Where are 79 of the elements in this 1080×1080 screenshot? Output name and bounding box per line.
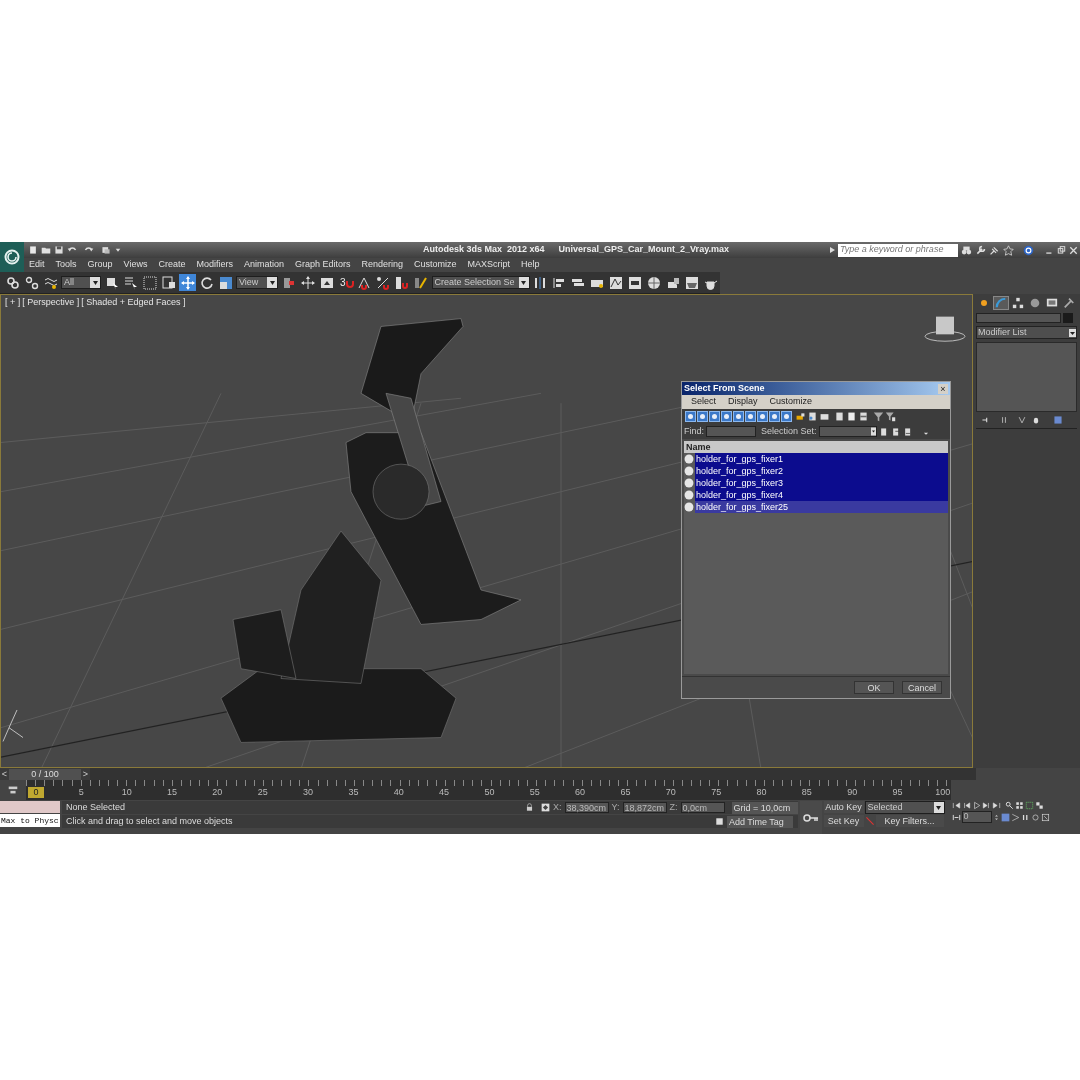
viewport-label[interactable]: [ Perspective ] [22, 296, 80, 310]
z-coordinate-field[interactable]: 0,0cm [680, 802, 725, 813]
y-coordinate-label: Y: [611, 800, 620, 814]
frame-tick-label: 15 [166, 787, 179, 798]
find-label: Find: [684, 424, 704, 438]
list-row[interactable]: holder_for_gps_fixer1 [695, 453, 948, 465]
frame-tick-label: 75 [710, 787, 723, 798]
list-row[interactable]: holder_for_gps_fixer3 [695, 477, 948, 489]
menu-item[interactable]: Animation [243, 258, 284, 272]
frame-tick-label: 30 [302, 787, 315, 798]
menu-item[interactable]: MAXScript [467, 258, 511, 272]
viewport-label[interactable]: [ + ] [5, 296, 21, 310]
menu-item[interactable]: Edit [29, 258, 45, 272]
frame-tick-label: 40 [392, 787, 405, 798]
menu-item[interactable]: Graph Editors [294, 258, 351, 272]
frame-tick-label: 20 [211, 787, 224, 798]
menu-item[interactable]: Views [123, 258, 148, 272]
frame-tick-label: 60 [574, 787, 587, 798]
frame-tick-label: 0 [28, 787, 44, 798]
dialog-menu-item[interactable]: Customize [769, 395, 813, 409]
prompt-text: Click and drag to select and move objects [65, 814, 234, 828]
next-frame-button[interactable]: > [81, 768, 90, 780]
named-selection-dropdown[interactable]: Create Selection Se [431, 276, 530, 289]
modifier-list-dropdown[interactable]: Modifier List [976, 326, 1077, 339]
dialog-title: Select From Scene [684, 381, 765, 395]
frame-tick-label: 50 [483, 787, 496, 798]
menu-item[interactable]: Modifiers [196, 258, 233, 272]
file-name: Universal_GPS_Car_Mount_2_Vray.max [558, 243, 729, 257]
menu-item[interactable]: Group [87, 258, 113, 272]
dialog-menu-item[interactable]: Display [728, 395, 758, 409]
dialog-button[interactable]: Cancel [902, 681, 942, 694]
time-slider-thumb[interactable]: 0 / 100 [9, 768, 81, 780]
add-time-tag-button[interactable]: Add Time Tag [727, 815, 793, 828]
key-mode-dropdown[interactable]: Selected [864, 801, 945, 814]
track-bar[interactable]: 0 5 10 15 20 25 30 35 40 45 50 55 60 65 70 75 80 85 90 95 100 [26, 780, 951, 800]
frame-tick-label: 95 [891, 787, 904, 798]
menu-item[interactable]: Help [521, 258, 540, 272]
reference-coordinate-dropdown[interactable]: View [236, 276, 278, 289]
key-filters-button[interactable]: Key Filters... [875, 815, 944, 827]
dialog-menu-item[interactable]: Select [691, 395, 716, 409]
frame-tick-label: 35 [347, 787, 360, 798]
dialog-button[interactable]: OK [854, 681, 894, 694]
menu-item[interactable]: Rendering [361, 258, 404, 272]
auto-key-button[interactable]: Auto Key [823, 801, 864, 813]
list-row[interactable]: holder_for_gps_fixer4 [695, 489, 948, 501]
frame-tick-label: 25 [256, 787, 269, 798]
frame-tick-label: 85 [800, 787, 813, 798]
selection-filter-dropdown[interactable]: All [61, 276, 101, 289]
frame-tick-label: 100 [934, 787, 951, 798]
frame-tick-label: 5 [77, 787, 85, 798]
x-coordinate-label: X: [553, 800, 562, 814]
snap-dimension-label: 3 [340, 276, 346, 290]
maxscript-mini-listener[interactable]: Max to Physc. [0, 814, 60, 827]
list-row[interactable]: holder_for_gps_fixer2 [695, 465, 948, 477]
selection-status: None Selected [65, 800, 127, 814]
frame-tick-label: 55 [528, 787, 541, 798]
viewport-label[interactable]: [ Shaded + Edged Faces ] [81, 296, 186, 310]
search-field[interactable]: Type a keyword or phrase [838, 243, 958, 257]
current-frame-field[interactable]: 0 [961, 811, 992, 823]
frame-tick-label: 65 [619, 787, 632, 798]
frame-tick-label: 90 [846, 787, 859, 798]
close-button[interactable]: × [938, 383, 948, 394]
frame-tick-label: 70 [664, 787, 677, 798]
grid-size: Grid = 10,0cm [731, 801, 798, 814]
y-coordinate-field[interactable]: 18,872cm [622, 802, 667, 813]
app-title: Autodesk 3ds Max 2012 x64 [423, 243, 545, 257]
frame-tick-label: 10 [120, 787, 133, 798]
frame-tick-label: 45 [438, 787, 451, 798]
set-key-button[interactable]: Set Key [823, 815, 864, 827]
selection-set-label: Selection Set: [761, 424, 817, 438]
previous-frame-button[interactable]: < [0, 768, 9, 780]
list-row[interactable]: holder_for_gps_fixer25 [695, 501, 948, 513]
x-coordinate-field[interactable]: 38,390cm [564, 802, 609, 813]
name-column-header[interactable]: Name [684, 441, 948, 453]
z-coordinate-label: Z: [669, 800, 678, 814]
frame-tick-label: 80 [755, 787, 768, 798]
menu-item[interactable]: Customize [414, 258, 457, 272]
menu-item[interactable]: Create [158, 258, 186, 272]
menu-item[interactable]: Tools [55, 258, 77, 272]
